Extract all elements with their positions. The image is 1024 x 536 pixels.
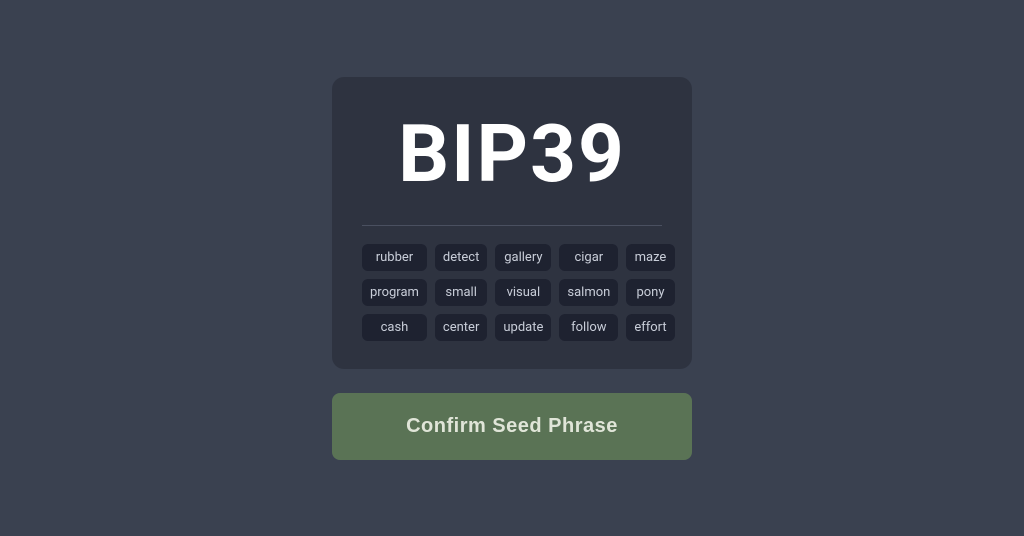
seed-word-10: pony [626, 279, 674, 306]
bip39-card: BIP39 rubber detect gallery cigar maze progra… [332, 77, 692, 369]
seed-word-4: cigar [559, 244, 618, 271]
seed-word-1: rubber [362, 244, 427, 271]
seed-word-9: salmon [559, 279, 618, 306]
seed-word-15: effort [626, 314, 674, 341]
seed-word-2: detect [435, 244, 487, 271]
seed-word-3: gallery [495, 244, 551, 271]
seed-word-grid: rubberdetectgallerycigarmazeprogramsmall… [362, 244, 662, 341]
seed-word-13: update [495, 314, 551, 341]
seed-word-14: follow [559, 314, 618, 341]
seed-word-5: maze [626, 244, 674, 271]
seed-word-11: cash [362, 314, 427, 341]
seed-word-6: program [362, 279, 427, 306]
confirm-seed-button[interactable]: Confirm Seed Phrase [332, 393, 692, 460]
seed-word-7: small [435, 279, 487, 306]
seed-word-12: center [435, 314, 487, 341]
bip39-title: BIP39 [362, 97, 662, 225]
main-container: BIP39 rubber detect gallery cigar maze progra… [332, 77, 692, 460]
seed-word-8: visual [495, 279, 551, 306]
card-divider [362, 225, 662, 226]
